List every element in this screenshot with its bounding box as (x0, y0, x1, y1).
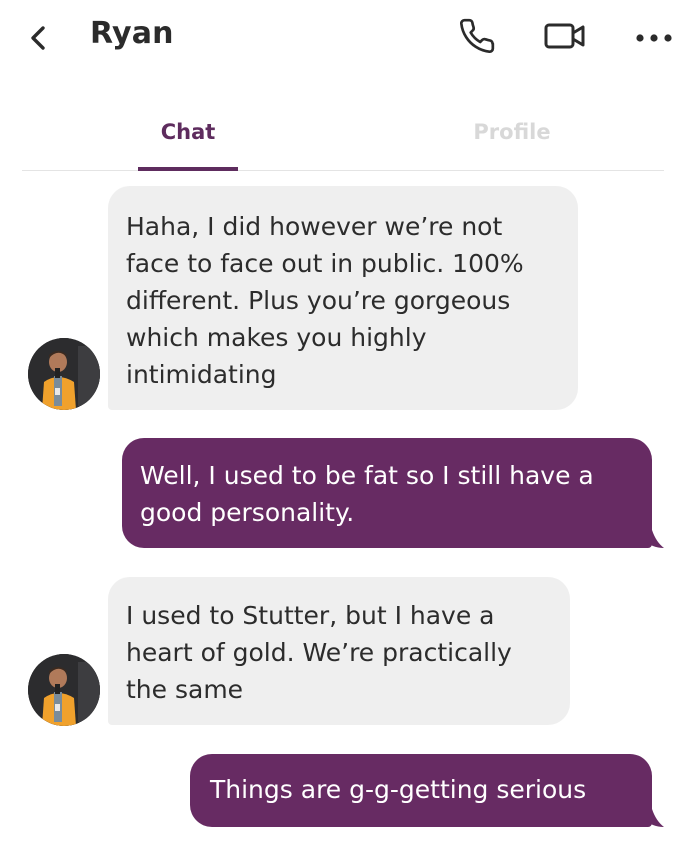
active-tab-indicator (138, 167, 238, 171)
more-options-button[interactable] (632, 18, 676, 58)
incoming-message[interactable]: Haha, I did however we’re not face to fa… (108, 186, 578, 410)
phone-icon (458, 17, 496, 59)
chat-header: Ryan (0, 0, 700, 80)
back-button[interactable] (22, 22, 54, 58)
bubble-tail (644, 530, 664, 548)
outgoing-message[interactable]: Things are g-g-getting serious (190, 754, 652, 827)
avatar[interactable] (28, 338, 100, 410)
tab-chat[interactable]: Chat (138, 120, 238, 144)
tab-bar: Chat Profile (22, 100, 664, 171)
tab-profile[interactable]: Profile (462, 120, 562, 144)
bubble-tail (644, 809, 664, 827)
more-dots-icon (634, 29, 674, 48)
call-button[interactable] (455, 18, 499, 58)
chevron-left-icon (28, 24, 48, 56)
video-camera-icon (543, 19, 587, 57)
avatar[interactable] (28, 654, 100, 726)
video-call-button[interactable] (542, 18, 588, 58)
outgoing-message[interactable]: Well, I used to be fat so I still have a… (122, 438, 652, 548)
incoming-message[interactable]: I used to Stutter, but I have a heart of… (108, 577, 570, 725)
contact-name[interactable]: Ryan (90, 16, 174, 51)
